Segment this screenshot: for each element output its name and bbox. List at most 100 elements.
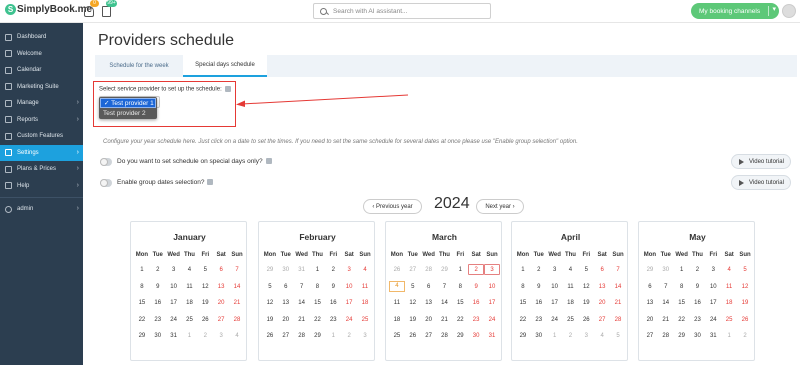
calendar-day[interactable]: 24 — [484, 312, 500, 329]
calendar-day[interactable]: 31 — [484, 328, 500, 345]
calendar-day[interactable]: 23 — [531, 312, 547, 329]
calendar-day[interactable]: 30 — [150, 328, 166, 345]
calendar-day[interactable]: 3 — [357, 328, 373, 345]
calendar-day[interactable]: 26 — [578, 312, 594, 329]
calendar-day[interactable]: 1 — [310, 262, 326, 279]
sidebar-item-marketing-suite[interactable]: Marketing Suite — [0, 79, 83, 96]
calendar-day[interactable]: 16 — [690, 295, 706, 312]
calendar-day[interactable]: 5 — [405, 279, 421, 296]
calendar-day[interactable]: 9 — [531, 279, 547, 296]
calendar-day[interactable]: 1 — [182, 328, 198, 345]
calendar-day[interactable]: 21 — [294, 312, 310, 329]
calendar-day[interactable]: 1 — [674, 262, 690, 279]
calendar-day[interactable]: 9 — [468, 279, 484, 296]
calendar-day[interactable]: 27 — [213, 312, 229, 329]
calendar-day[interactable]: 29 — [642, 262, 658, 279]
calendar-day[interactable]: 18 — [563, 295, 579, 312]
calendar-day[interactable]: 28 — [294, 328, 310, 345]
calendar-day[interactable]: 2 — [341, 328, 357, 345]
calendar-day[interactable]: 25 — [357, 312, 373, 329]
calendar-day[interactable]: 24 — [166, 312, 182, 329]
calendar-day[interactable]: 8 — [515, 279, 531, 296]
calendar-day[interactable]: 8 — [310, 279, 326, 296]
calendar-day[interactable]: 8 — [452, 279, 468, 296]
calendar-day[interactable]: 25 — [721, 312, 737, 329]
calendar-day[interactable]: 3 — [166, 262, 182, 279]
calendar-day[interactable]: 25 — [563, 312, 579, 329]
calendar-day[interactable]: 5 — [737, 262, 753, 279]
calendar-day[interactable]: 29 — [674, 328, 690, 345]
calendar-day[interactable]: 17 — [166, 295, 182, 312]
calendar-day[interactable]: 26 — [405, 328, 421, 345]
calendar-day[interactable]: 4 — [563, 262, 579, 279]
calendar-day[interactable]: 13 — [278, 295, 294, 312]
calendar-day[interactable]: 27 — [278, 328, 294, 345]
video-tutorial-button[interactable]: Video tutorial — [731, 154, 791, 169]
calendar-day[interactable]: 28 — [658, 328, 674, 345]
calendar-day[interactable]: 24 — [705, 312, 721, 329]
booking-channels-button[interactable]: My booking channels ▾ — [691, 3, 779, 19]
calendar-day[interactable]: 1 — [452, 262, 468, 279]
calendar-day[interactable]: 13 — [213, 279, 229, 296]
sidebar-item-settings[interactable]: Settings › — [0, 144, 83, 161]
calendar-day[interactable]: 20 — [213, 295, 229, 312]
sidebar-item-reports[interactable]: Reports › — [0, 112, 83, 129]
calendar-day[interactable]: 12 — [197, 279, 213, 296]
calendar-day[interactable]: 17 — [484, 295, 500, 312]
calendar-day[interactable]: 1 — [134, 262, 150, 279]
calendar-day[interactable]: 24 — [341, 312, 357, 329]
calendar-day[interactable]: 14 — [294, 295, 310, 312]
calendar-day[interactable]: 1 — [547, 328, 563, 345]
special-days-toggle[interactable] — [100, 158, 112, 166]
calendar-day[interactable]: 7 — [437, 279, 453, 296]
calendar-day[interactable]: 9 — [690, 279, 706, 296]
calendar-day[interactable]: 19 — [262, 312, 278, 329]
calendar-day[interactable]: 4 — [229, 328, 245, 345]
calendar-day[interactable]: 9 — [150, 279, 166, 296]
chevron-down-icon[interactable]: ▾ — [772, 5, 776, 13]
calendar-day[interactable]: 3 — [705, 262, 721, 279]
calendar-day[interactable]: 20 — [421, 312, 437, 329]
calendar-day[interactable]: 17 — [341, 295, 357, 312]
calendar-day[interactable]: 22 — [674, 312, 690, 329]
calendar-day[interactable]: 4 — [721, 262, 737, 279]
calendar-day[interactable]: 29 — [262, 262, 278, 279]
calendar-day[interactable]: 11 — [721, 279, 737, 296]
calendar-day[interactable]: 3 — [213, 328, 229, 345]
calendar-day[interactable]: 29 — [310, 328, 326, 345]
calendar-day[interactable]: 1 — [515, 262, 531, 279]
calendar-day[interactable]: 30 — [690, 328, 706, 345]
calendar-day[interactable]: 22 — [310, 312, 326, 329]
calendar-day[interactable]: 3 — [547, 262, 563, 279]
calendar-day[interactable]: 29 — [437, 262, 453, 279]
calendar-day[interactable]: 16 — [325, 295, 341, 312]
calendar-day[interactable]: 23 — [150, 312, 166, 329]
calendar-day[interactable]: 9 — [325, 279, 341, 296]
calendar-day[interactable]: 31 — [705, 328, 721, 345]
calendar-day[interactable]: 22 — [134, 312, 150, 329]
info-icon[interactable] — [265, 158, 272, 165]
calendar-day[interactable]: 7 — [658, 279, 674, 296]
calendar-day[interactable]: 1 — [721, 328, 737, 345]
bell-icon[interactable] — [84, 6, 94, 17]
calendar-day[interactable]: 26 — [197, 312, 213, 329]
calendar-day[interactable]: 28 — [610, 312, 626, 329]
calendar-day[interactable]: 6 — [421, 279, 437, 296]
calendar-day[interactable]: 27 — [421, 328, 437, 345]
calendar-day[interactable]: 13 — [421, 295, 437, 312]
calendar-day[interactable]: 12 — [578, 279, 594, 296]
calendar-day[interactable]: 21 — [658, 312, 674, 329]
next-year-button[interactable]: Next year › — [476, 199, 524, 214]
calendar-day[interactable]: 12 — [405, 295, 421, 312]
calendar-day[interactable]: 11 — [357, 279, 373, 296]
calendar-day[interactable]: 20 — [278, 312, 294, 329]
info-icon[interactable] — [207, 179, 214, 186]
calendar-day[interactable]: 23 — [468, 312, 484, 329]
calendar-day[interactable]: 23 — [690, 312, 706, 329]
calendar-day[interactable]: 4 — [594, 328, 610, 345]
calendar-day[interactable]: 14 — [229, 279, 245, 296]
calendar-day[interactable]: 18 — [389, 312, 405, 329]
clipboard-icon[interactable] — [102, 6, 111, 17]
calendar-day[interactable]: 8 — [674, 279, 690, 296]
calendar-day[interactable]: 3 — [341, 262, 357, 279]
